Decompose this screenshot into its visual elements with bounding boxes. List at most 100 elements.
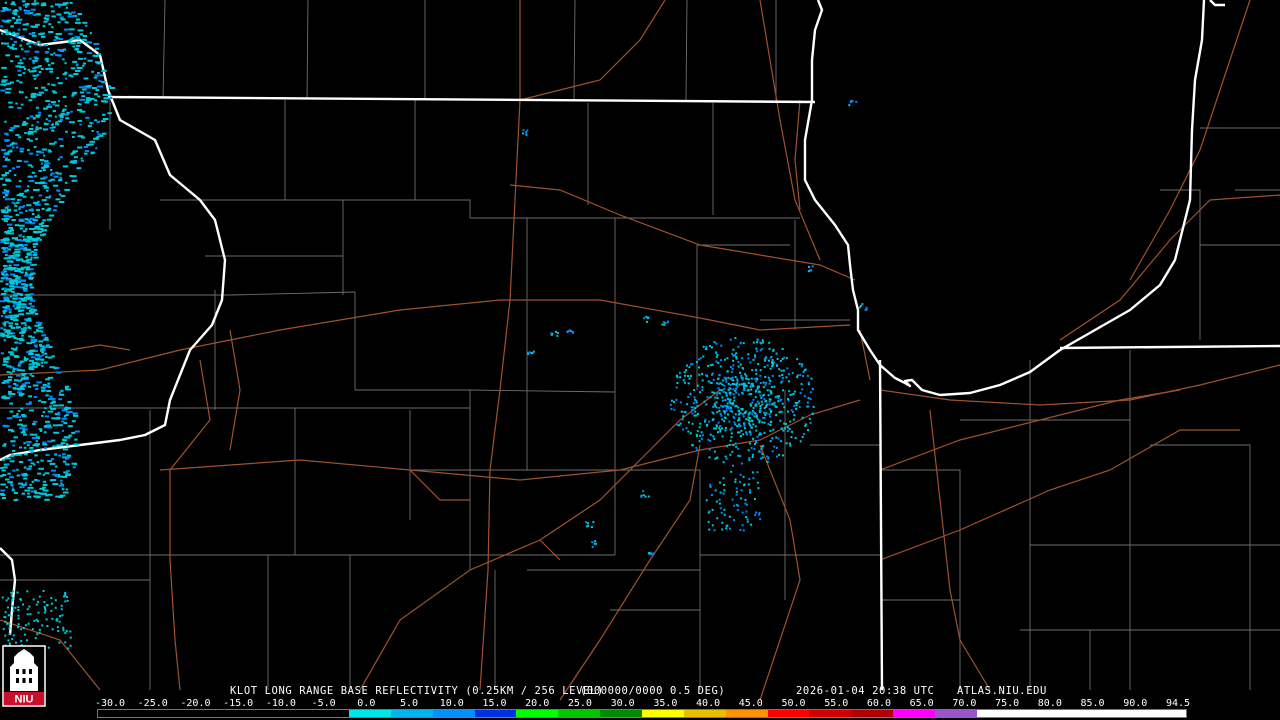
echo-pixel bbox=[35, 440, 38, 443]
echo-pixel bbox=[713, 391, 716, 394]
echo-pixel bbox=[794, 402, 797, 404]
echo-pixel bbox=[711, 419, 714, 421]
echo-pixel bbox=[768, 413, 771, 415]
echo-pixel bbox=[86, 52, 93, 55]
echo-pixel bbox=[31, 124, 34, 127]
echo-pixel bbox=[47, 460, 53, 463]
echo-pixel bbox=[72, 466, 76, 469]
echo-pixel bbox=[708, 420, 711, 423]
echo-pixel bbox=[0, 25, 3, 28]
echo-pixel bbox=[27, 185, 30, 188]
echo-pixel bbox=[27, 325, 31, 328]
echo-pixel bbox=[711, 363, 714, 366]
echo-pixel bbox=[57, 630, 60, 632]
echo-pixel bbox=[6, 257, 11, 260]
echo-pixel bbox=[11, 219, 16, 221]
echo-pixel bbox=[758, 450, 761, 453]
echo-pixel bbox=[1, 596, 4, 599]
echo-pixel bbox=[14, 21, 18, 24]
echo-pixel bbox=[37, 214, 40, 217]
echo-pixel bbox=[12, 590, 15, 593]
echo-pixel bbox=[34, 353, 40, 356]
echo-pixel bbox=[23, 68, 27, 70]
echo-pixel bbox=[809, 398, 812, 401]
echo-pixel bbox=[700, 437, 703, 440]
echo-pixel bbox=[32, 423, 36, 425]
echo-pixel bbox=[22, 627, 25, 630]
echo-pixel bbox=[73, 414, 79, 417]
echo-pixel bbox=[65, 414, 69, 417]
echo-pixel bbox=[76, 37, 81, 40]
echo-pixel bbox=[7, 248, 11, 251]
scale-tick-label: 15.0 bbox=[482, 698, 507, 709]
echo-pixel bbox=[20, 271, 24, 274]
echo-pixel bbox=[762, 386, 765, 389]
echo-pixel bbox=[756, 387, 759, 390]
echo-pixel bbox=[8, 332, 13, 335]
echo-pixel bbox=[42, 443, 48, 446]
echo-pixel bbox=[52, 473, 58, 476]
echo-pixel bbox=[18, 461, 24, 463]
echo-pixel bbox=[735, 493, 738, 496]
echo-pixel bbox=[775, 414, 778, 417]
caption-source: ATLAS.NIU.EDU bbox=[957, 685, 1047, 697]
echo-pixel bbox=[743, 389, 746, 392]
echo-pixel bbox=[775, 446, 778, 449]
echo-pixel bbox=[3, 380, 9, 383]
echo-pixel bbox=[51, 83, 54, 86]
echo-pixel bbox=[45, 394, 49, 397]
echo-pixel bbox=[64, 181, 68, 184]
echo-pixel bbox=[715, 356, 718, 359]
echo-pixel bbox=[699, 434, 702, 437]
echo-pixel bbox=[696, 384, 699, 387]
echo-pixel bbox=[45, 618, 48, 621]
echo-pixel bbox=[31, 96, 36, 99]
echo-pixel bbox=[6, 335, 11, 338]
echo-pixel bbox=[11, 43, 15, 46]
echo-pixel bbox=[16, 413, 19, 416]
echo-pixel bbox=[3, 297, 6, 300]
echo-pixel bbox=[10, 127, 16, 129]
echo-pixel bbox=[61, 488, 65, 491]
echo-pixel bbox=[68, 12, 72, 15]
echo-pixel bbox=[43, 361, 48, 364]
echo-pixel bbox=[31, 365, 38, 368]
echo-pixel bbox=[28, 209, 34, 212]
echo-pixel bbox=[755, 413, 758, 415]
echo-pixel bbox=[9, 410, 14, 413]
echo-pixel bbox=[734, 442, 737, 445]
echo-pixel bbox=[729, 366, 732, 368]
echo-pixel bbox=[9, 460, 15, 463]
echo-pixel bbox=[51, 26, 54, 29]
echo-pixel bbox=[15, 326, 20, 329]
echo-pixel bbox=[755, 403, 758, 406]
echo-pixel bbox=[807, 270, 810, 273]
echo-pixel bbox=[43, 346, 50, 349]
echo-pixel bbox=[708, 528, 711, 531]
echo-pixel bbox=[550, 332, 553, 335]
echo-pixel bbox=[8, 623, 11, 626]
echo-pixel bbox=[44, 203, 49, 206]
echo-pixel bbox=[11, 430, 15, 433]
echo-pixel bbox=[33, 248, 38, 251]
echo-pixel bbox=[733, 504, 736, 507]
echo-pixel bbox=[24, 489, 31, 492]
echo-pixel bbox=[96, 120, 101, 123]
echo-pixel bbox=[50, 597, 53, 600]
echo-pixel bbox=[16, 18, 23, 21]
echo-pixel bbox=[41, 389, 45, 392]
echo-pixel bbox=[85, 116, 90, 119]
echo-pixel bbox=[10, 483, 13, 486]
echo-pixel bbox=[737, 365, 740, 368]
echo-pixel bbox=[775, 436, 778, 439]
echo-pixel bbox=[82, 35, 88, 37]
echo-pixel bbox=[9, 60, 14, 63]
echo-pixel bbox=[729, 391, 732, 394]
echo-pixel bbox=[689, 392, 692, 395]
echo-pixel bbox=[49, 70, 54, 73]
echo-pixel bbox=[725, 445, 728, 448]
echo-pixel bbox=[50, 53, 54, 56]
echo-pixel bbox=[26, 9, 31, 12]
echo-pixel bbox=[39, 151, 45, 154]
echo-pixel bbox=[767, 423, 770, 425]
